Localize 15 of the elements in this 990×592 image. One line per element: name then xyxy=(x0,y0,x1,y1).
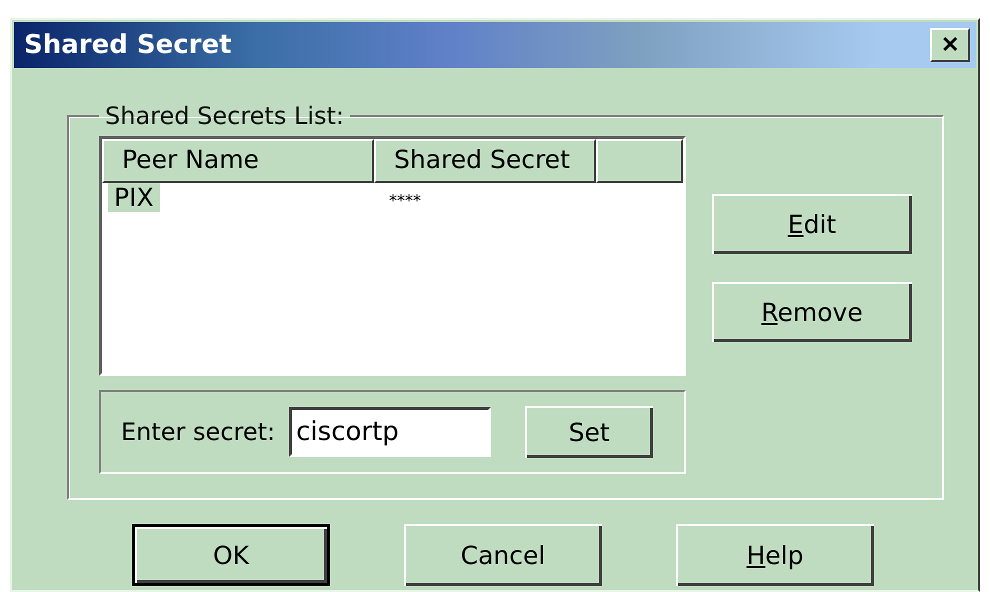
window-title: Shared Secret xyxy=(24,30,232,60)
column-header[interactable]: Peer Name xyxy=(102,139,374,183)
dialog-button[interactable]: Help xyxy=(676,524,874,586)
secret-cell-text: **** xyxy=(388,190,421,210)
peer-cell[interactable]: PIX xyxy=(108,183,160,212)
group-label: Shared Secrets List: xyxy=(104,102,346,130)
close-button[interactable]: ✕ xyxy=(930,28,970,62)
dialog-button[interactable]: OK xyxy=(132,524,330,586)
side-button[interactable]: Remove xyxy=(712,282,912,342)
set-button[interactable]: Set xyxy=(525,406,654,458)
side-button[interactable]: Edit xyxy=(712,194,912,254)
column-header[interactable]: Shared Secret xyxy=(374,139,596,183)
secret-field[interactable]: ciscortp xyxy=(289,407,492,457)
dialog-button[interactable]: Cancel xyxy=(404,524,602,586)
secret-label: Enter secret: xyxy=(121,418,276,446)
